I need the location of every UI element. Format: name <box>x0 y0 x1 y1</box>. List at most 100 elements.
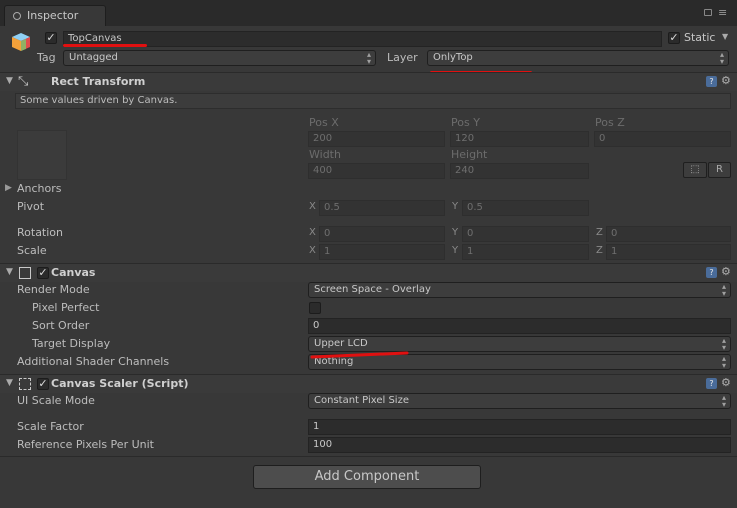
canvas-title: Canvas <box>51 266 96 279</box>
pos-y-field[interactable]: 120 <box>450 131 589 147</box>
sort-order-label: Sort Order <box>32 319 90 332</box>
pos-z-label: Pos Z <box>595 116 625 129</box>
info-icon <box>13 12 21 20</box>
gear-icon[interactable]: ⚙ <box>721 74 731 87</box>
pivot-y-axis-label: Y <box>452 201 459 212</box>
scale-y-field[interactable]: 1 <box>462 244 589 260</box>
width-field[interactable]: 400 <box>308 163 445 179</box>
render-mode-dropdown[interactable]: Screen Space - Overlay ▴ ▾ <box>308 282 731 298</box>
scale-factor-field[interactable]: 1 <box>308 419 731 435</box>
name-field[interactable]: TopCanvas <box>63 31 662 47</box>
anchors-label[interactable]: Anchors <box>17 182 62 195</box>
collapse-arrow-icon[interactable]: ▼ <box>6 76 13 86</box>
scale-factor-label: Scale Factor <box>17 420 84 433</box>
scale-z-field[interactable]: 1 <box>606 244 731 260</box>
sort-order-field[interactable]: 0 <box>308 318 731 334</box>
rect-transform-title: Rect Transform <box>51 75 146 88</box>
tag-value: Untagged <box>69 52 118 63</box>
rotation-x-field[interactable]: 0 <box>319 226 445 242</box>
canvas-component-icon <box>19 267 31 279</box>
dropdown-arrows-icon: ▴ ▾ <box>721 354 726 370</box>
canvas-header[interactable]: ▼ ✓ Canvas ? ⚙ <box>0 263 737 282</box>
layer-dropdown[interactable]: OnlyTop ▴ ▾ <box>427 50 729 66</box>
canvas-scaler-header[interactable]: ▼ ✓ Canvas Scaler (Script) ? ⚙ <box>0 374 737 393</box>
tag-label: Tag <box>37 51 56 64</box>
tag-dropdown[interactable]: Untagged ▴ ▾ <box>63 50 376 66</box>
height-field[interactable]: 240 <box>450 163 589 179</box>
raw-edit-button[interactable]: R <box>708 162 731 178</box>
anchors-expand-arrow-icon[interactable]: ▶ <box>5 183 12 193</box>
scale-y-axis-label: Y <box>452 245 459 256</box>
active-checkbox[interactable]: ✓ <box>45 32 57 44</box>
dropdown-arrows-icon: ▴ ▾ <box>721 282 726 298</box>
collapse-arrow-icon[interactable]: ▼ <box>6 267 13 277</box>
static-dropdown-icon[interactable]: ▼ <box>722 32 728 41</box>
help-icon[interactable]: ? <box>706 378 717 389</box>
gameobject-cube-icon <box>10 31 32 53</box>
shader-channels-label: Additional Shader Channels <box>17 355 170 368</box>
canvas-enabled-checkbox[interactable]: ✓ <box>37 267 49 279</box>
ui-scale-mode-value: Constant Pixel Size <box>314 395 409 406</box>
pivot-x-axis-label: X <box>309 201 316 212</box>
lock-icon[interactable] <box>704 9 712 16</box>
annotation-underline-name <box>63 44 147 47</box>
canvas-scaler-icon <box>19 378 31 390</box>
canvas-scaler-enabled-checkbox[interactable]: ✓ <box>37 378 49 390</box>
static-checkbox[interactable]: ✓ <box>668 32 680 44</box>
add-component-button[interactable]: Add Component <box>253 465 481 489</box>
rotation-y-field[interactable]: 0 <box>462 226 589 242</box>
pixel-perfect-checkbox[interactable] <box>309 302 321 314</box>
rotation-z-axis-label: Z <box>596 227 603 238</box>
layer-value: OnlyTop <box>433 52 473 63</box>
tab-inspector[interactable]: Inspector <box>4 5 106 26</box>
pos-x-field[interactable]: 200 <box>308 131 445 147</box>
ui-scale-mode-dropdown[interactable]: Constant Pixel Size ▴ ▾ <box>308 393 731 409</box>
annotation-underline-target-display <box>310 349 410 359</box>
width-label: Width <box>309 148 341 161</box>
height-label: Height <box>451 148 488 161</box>
scale-z-axis-label: Z <box>596 245 603 256</box>
pivot-y-field[interactable]: 0.5 <box>462 200 589 216</box>
ui-scale-mode-label: UI Scale Mode <box>17 394 95 407</box>
dropdown-arrows-icon: ▴ ▾ <box>719 50 724 66</box>
dropdown-arrows-icon: ▴ ▾ <box>721 336 726 352</box>
tab-title: Inspector <box>27 9 79 22</box>
pos-y-label: Pos Y <box>451 116 480 129</box>
pixel-perfect-label: Pixel Perfect <box>32 301 100 314</box>
rotation-z-field[interactable]: 0 <box>606 226 731 242</box>
blueprint-mode-button[interactable]: ⬚ <box>683 162 707 178</box>
tab-bar: Inspector ≡ <box>0 0 737 26</box>
scale-x-axis-label: X <box>309 245 316 256</box>
dropdown-arrows-icon: ▴ ▾ <box>366 50 371 66</box>
dropdown-arrows-icon: ▴ ▾ <box>721 393 726 409</box>
rotation-x-axis-label: X <box>309 227 316 238</box>
rect-transform-header[interactable]: ▼ ⤡ Rect Transform ? ⚙ <box>0 72 737 91</box>
driven-info-box: Some values driven by Canvas. <box>15 93 731 109</box>
scale-x-field[interactable]: 1 <box>319 244 445 260</box>
scale-label: Scale <box>17 244 47 257</box>
render-mode-label: Render Mode <box>17 283 90 296</box>
layer-label: Layer <box>387 51 418 64</box>
pivot-label: Pivot <box>17 200 45 213</box>
static-label: Static <box>684 31 716 44</box>
ref-pixels-field[interactable]: 100 <box>308 437 731 453</box>
gear-icon[interactable]: ⚙ <box>721 265 731 278</box>
collapse-arrow-icon[interactable]: ▼ <box>6 378 13 388</box>
help-icon[interactable]: ? <box>706 76 717 87</box>
pivot-x-field[interactable]: 0.5 <box>319 200 445 216</box>
menu-icon[interactable]: ≡ <box>718 6 727 19</box>
render-mode-value: Screen Space - Overlay <box>314 284 431 295</box>
ref-pixels-label: Reference Pixels Per Unit <box>17 438 154 451</box>
target-display-value: Upper LCD <box>314 338 368 349</box>
divider <box>0 456 737 457</box>
anchor-presets-button[interactable] <box>17 130 67 180</box>
pos-x-label: Pos X <box>309 116 339 129</box>
pos-z-field[interactable]: 0 <box>594 131 731 147</box>
help-icon[interactable]: ? <box>706 267 717 278</box>
rect-transform-icon: ⤡ <box>18 74 29 89</box>
rotation-y-axis-label: Y <box>452 227 459 238</box>
rotation-label: Rotation <box>17 226 64 239</box>
canvas-scaler-title: Canvas Scaler (Script) <box>51 377 189 390</box>
target-display-label: Target Display <box>32 337 111 350</box>
gear-icon[interactable]: ⚙ <box>721 376 731 389</box>
